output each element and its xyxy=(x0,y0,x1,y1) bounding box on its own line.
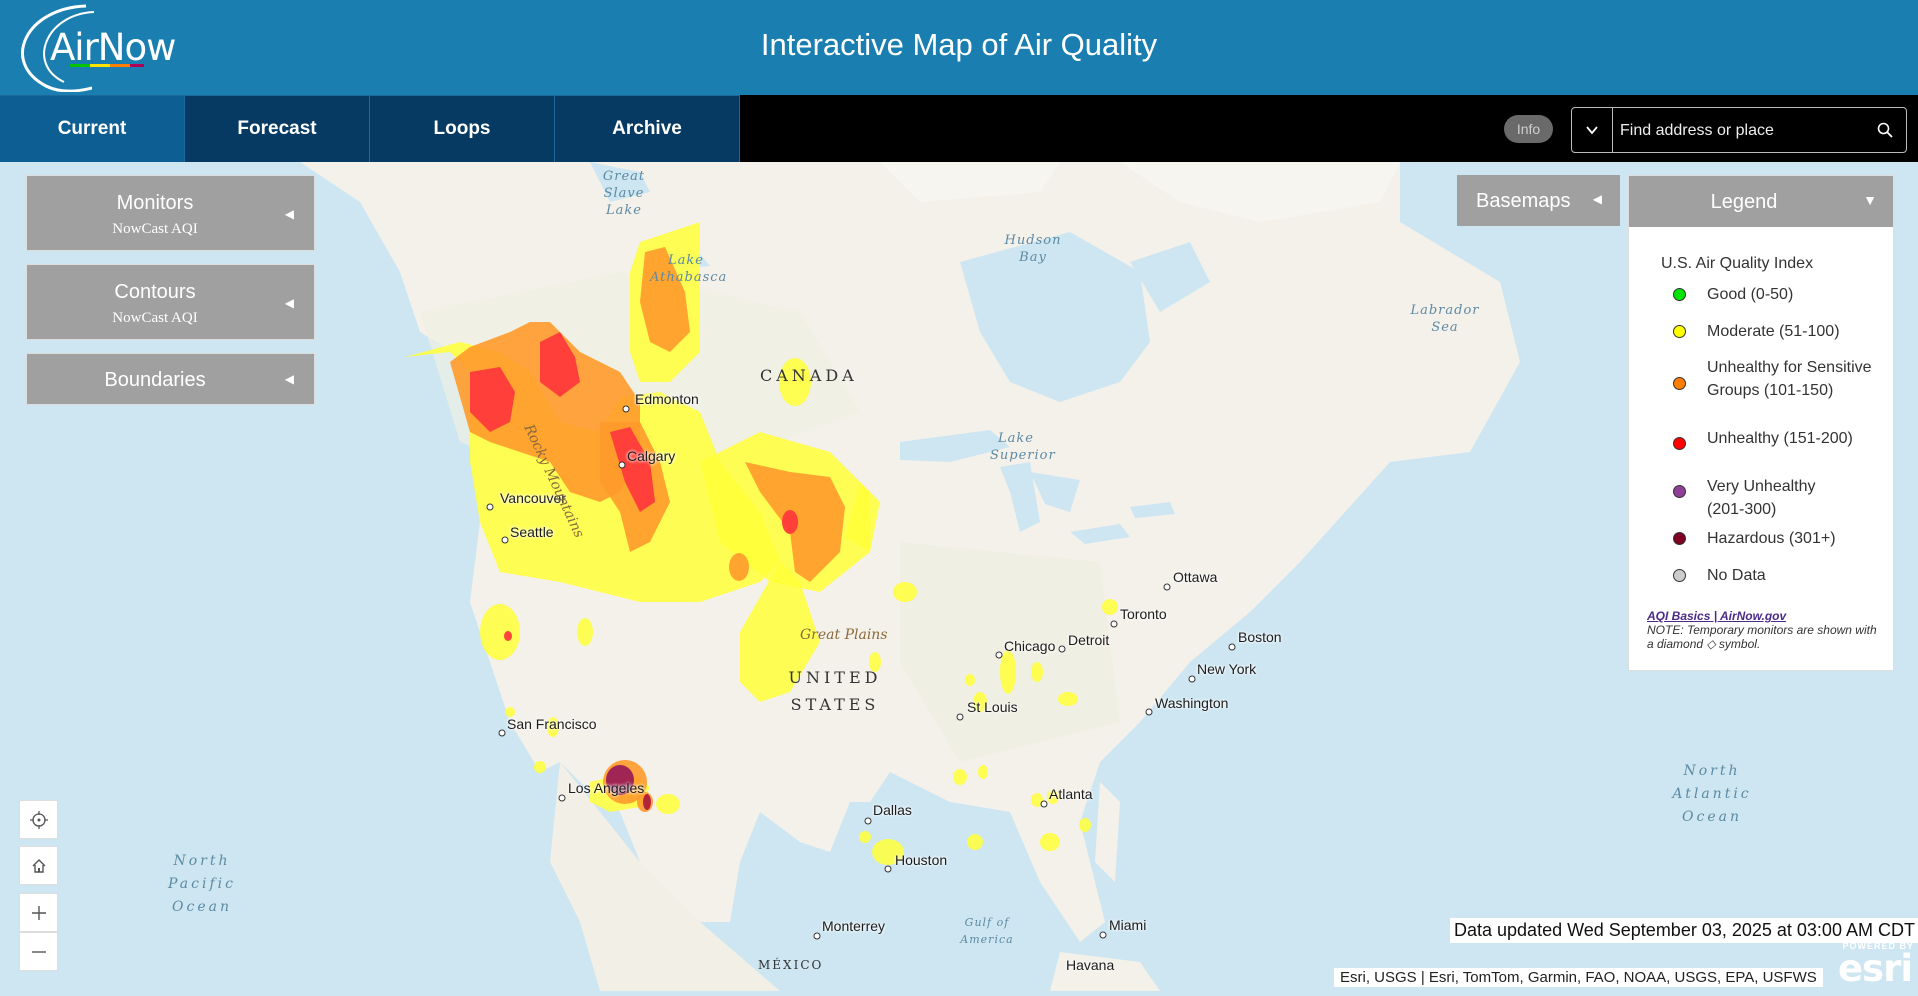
city-label: San Francisco xyxy=(507,716,597,732)
panel-title: Contours xyxy=(114,281,196,303)
search-source-dropdown[interactable] xyxy=(1572,108,1613,152)
basemaps-button[interactable]: Basemaps ◀ xyxy=(1457,175,1620,226)
aqi-color-swatch xyxy=(1673,288,1686,301)
city-label: Detroit xyxy=(1068,632,1110,648)
esri-logo[interactable]: POWERED BY esri xyxy=(1824,941,1914,990)
legend-item-label: Moderate (51-100) xyxy=(1707,323,1840,340)
water-label: Lake Athabasca xyxy=(650,253,728,285)
city-label: Monterrey xyxy=(822,918,886,934)
zoom-in-button[interactable] xyxy=(19,893,58,932)
minus-icon xyxy=(31,950,46,953)
aqi-color-swatch xyxy=(1673,377,1686,390)
legend-item-label: No Data xyxy=(1707,567,1766,584)
tab-label: Loops xyxy=(433,118,491,139)
country-label: CANADA xyxy=(760,366,858,385)
search-icon xyxy=(1877,122,1893,138)
tab-loops[interactable]: Loops xyxy=(370,95,555,162)
city-label: Boston xyxy=(1238,629,1282,645)
info-button[interactable]: Info xyxy=(1504,115,1553,143)
aqi-color-swatch xyxy=(1673,532,1686,545)
city-label: Seattle xyxy=(510,524,554,540)
water-label: North Pacific Ocean xyxy=(168,853,236,915)
crosshair-icon xyxy=(29,810,48,829)
legend-toggle-button[interactable]: Legend ▼ xyxy=(1629,176,1893,227)
city-label: St Louis xyxy=(967,699,1018,715)
country-label: MÉXICO xyxy=(758,958,824,972)
water-label: Lake Superior xyxy=(990,431,1056,463)
aqi-color-swatch xyxy=(1673,569,1686,582)
aqi-color-swatch xyxy=(1673,485,1686,498)
triangle-left-icon: ◀ xyxy=(284,372,294,386)
legend-item-label: Unhealthy (151-200) xyxy=(1707,430,1853,447)
tab-forecast[interactable]: Forecast xyxy=(185,95,370,162)
tab-current[interactable]: Current xyxy=(0,95,185,162)
triangle-left-icon: ◀ xyxy=(284,296,294,310)
tab-archive[interactable]: Archive xyxy=(555,95,740,162)
zoom-out-button[interactable] xyxy=(19,932,58,971)
feature-label: Great Plains xyxy=(800,627,888,643)
locate-button[interactable] xyxy=(19,800,58,839)
city-label: Edmonton xyxy=(635,391,699,407)
aqi-color-swatch xyxy=(1673,437,1686,450)
water-label: North Atlantic Ocean xyxy=(1672,763,1752,825)
search-input[interactable] xyxy=(1618,108,1862,154)
plus-icon xyxy=(31,905,46,920)
home-button[interactable] xyxy=(19,846,58,885)
data-updated-text: Data updated Wed September 03, 2025 at 0… xyxy=(1450,918,1918,943)
city-label: Calgary xyxy=(627,448,676,464)
city-label: Toronto xyxy=(1120,606,1167,622)
caret-down-icon xyxy=(1586,126,1598,135)
contours-layer-button[interactable]: Contours NowCast AQI ◀ xyxy=(26,264,315,340)
triangle-left-icon: ◀ xyxy=(1592,192,1602,206)
search-button[interactable] xyxy=(1870,108,1900,152)
city-label: Dallas xyxy=(873,802,912,818)
tab-label: Archive xyxy=(612,118,682,139)
triangle-down-icon: ▼ xyxy=(1863,192,1877,208)
city-label: Atlanta xyxy=(1049,786,1093,802)
water-label: Great Slave Lake xyxy=(602,169,646,218)
legend-item-label: Hazardous (301+) xyxy=(1707,530,1836,547)
city-label: Los Angeles xyxy=(568,780,645,796)
tab-label: Forecast xyxy=(237,118,317,139)
page-title: Interactive Map of Air Quality xyxy=(760,27,1158,62)
tab-label: Current xyxy=(57,118,127,139)
water-label: Hudson Bay xyxy=(1004,233,1062,265)
panel-title: Monitors xyxy=(116,192,194,214)
home-icon xyxy=(32,858,45,873)
legend-item-label: Unhealthy for Sensitive Groups (101-150) xyxy=(1707,359,1872,399)
panel-subtitle: NowCast AQI xyxy=(112,310,198,326)
aqi-basics-link[interactable]: AQI Basics | AirNow.gov xyxy=(1647,609,1786,623)
city-label: Ottawa xyxy=(1173,569,1218,585)
water-label: Labrador Sea xyxy=(1410,303,1480,335)
country-label: UNITED STATES xyxy=(788,668,882,714)
basemaps-label: Basemaps xyxy=(1476,190,1571,212)
aqi-color-swatch xyxy=(1673,325,1686,338)
map-attribution[interactable]: Esri, USGS | Esri, TomTom, Garmin, FAO, … xyxy=(1334,968,1823,987)
city-label: Chicago xyxy=(1004,638,1056,654)
legend-title: U.S. Air Quality Index xyxy=(1661,255,1814,272)
search-box xyxy=(1571,107,1907,154)
city-label: Houston xyxy=(895,852,948,868)
boundaries-layer-button[interactable]: Boundaries ◀ xyxy=(26,353,315,405)
legend-item-label: Very Unhealthy (201-300) xyxy=(1707,478,1816,518)
panel-title: Boundaries xyxy=(104,369,206,391)
header-bar: AirNow Interactive Map of Air Quality xyxy=(0,0,1918,95)
legend-panel: Legend ▼ U.S. Air Quality Index Good (0-… xyxy=(1628,175,1894,671)
triangle-left-icon: ◀ xyxy=(284,207,294,221)
panel-subtitle: NowCast AQI xyxy=(112,221,198,237)
city-label: Miami xyxy=(1109,917,1147,933)
legend-note: NOTE: Temporary monitors are shown with … xyxy=(1647,623,1877,651)
city-label: Havana xyxy=(1066,957,1115,973)
city-label: New York xyxy=(1197,661,1257,677)
legend-header-label: Legend xyxy=(1710,191,1778,213)
city-label: Washington xyxy=(1155,695,1229,711)
esri-wordmark: esri xyxy=(1837,947,1913,990)
legend-item-label: Good (0-50) xyxy=(1707,286,1794,303)
monitors-layer-button[interactable]: Monitors NowCast AQI ◀ xyxy=(26,175,315,251)
water-label: Gulf of America xyxy=(960,916,1014,946)
